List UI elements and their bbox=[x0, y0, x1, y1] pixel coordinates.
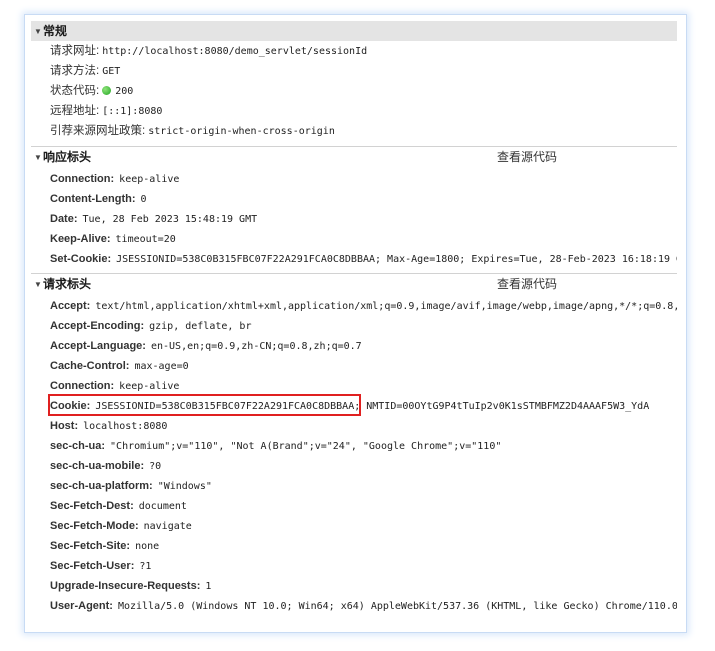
request-header-row: Connection: keep-alive bbox=[50, 380, 180, 392]
request-header-row: Accept: text/html,application/xhtml+xml,a… bbox=[50, 300, 677, 312]
section-request-headers-header[interactable]: ▼请求标头 查看源代码 bbox=[31, 274, 677, 294]
request-header-row: User-Agent: Mozilla/5.0 (Windows NT 10.0;… bbox=[50, 600, 677, 612]
request-header-row: Accept-Language: en-US,en;q=0.9,zh-CN;q=0… bbox=[50, 340, 362, 352]
request-header-row: Sec-Fetch-Dest: document bbox=[50, 500, 187, 512]
section-title: 响应标头 bbox=[43, 150, 92, 164]
expand-triangle-icon: ▼ bbox=[34, 280, 42, 289]
section-title: 常规 bbox=[43, 24, 68, 38]
request-header-row: Accept-Encoding: gzip, deflate, br bbox=[50, 320, 252, 332]
cookie-other: NMTID=00OYtG9P4tTuIp2v0K1sSTMBFMZ2D4AAAF… bbox=[366, 401, 650, 412]
request-header-row-cookie: Cookie: JSESSIONID=538C0B315FBC07F22A291F… bbox=[31, 394, 677, 416]
request-header-row: Host: localhost:8080 bbox=[50, 420, 168, 432]
response-header-row: Connection: keep-alive bbox=[50, 173, 180, 185]
request-header-row: Cache-Control: max-age=0 bbox=[50, 360, 189, 372]
general-row-url: 请求网址: http://localhost:8080/demo_servlet/… bbox=[50, 45, 368, 57]
section-response-headers-header[interactable]: ▼响应标头 查看源代码 bbox=[31, 147, 677, 167]
devtools-frame: ▼常规 请求网址: http://localhost:8080/demo_serv… bbox=[24, 14, 687, 633]
request-header-row: sec-ch-ua-mobile: ?0 bbox=[50, 460, 162, 472]
general-row-referrer-policy: 引荐来源网址政策: strict-origin-when-cross-origin bbox=[50, 125, 335, 137]
section-title: 请求标头 bbox=[43, 277, 92, 291]
general-row-status: 状态代码: 200 bbox=[50, 85, 134, 97]
headers-panel: ▼常规 请求网址: http://localhost:8080/demo_serv… bbox=[31, 21, 677, 629]
response-header-row: Keep-Alive: timeout=20 bbox=[50, 233, 176, 245]
view-source-link[interactable]: 查看源代码 bbox=[497, 274, 557, 294]
response-header-row: Date: Tue, 28 Feb 2023 15:48:19 GMT bbox=[50, 213, 258, 225]
request-header-row: Upgrade-Insecure-Requests: 1 bbox=[50, 580, 212, 592]
cookie-highlight-box bbox=[48, 394, 361, 416]
request-header-row: Sec-Fetch-User: ?1 bbox=[50, 560, 152, 572]
expand-triangle-icon: ▼ bbox=[34, 27, 42, 36]
general-row-method: 请求方法: GET bbox=[50, 65, 121, 77]
request-header-row: Sec-Fetch-Mode: navigate bbox=[50, 520, 192, 532]
section-general-header[interactable]: ▼常规 bbox=[31, 21, 677, 41]
status-ok-icon bbox=[102, 86, 112, 95]
view-source-link[interactable]: 查看源代码 bbox=[497, 147, 557, 167]
request-header-row: sec-ch-ua-platform: "Windows" bbox=[50, 480, 212, 492]
request-header-row: sec-ch-ua: "Chromium";v="110", "Not A(Bra… bbox=[50, 440, 502, 452]
response-header-row: Content-Length: 0 bbox=[50, 193, 147, 205]
general-row-remote: 远程地址: [::1]:8080 bbox=[50, 105, 163, 117]
request-header-row: Sec-Fetch-Site: none bbox=[50, 540, 160, 552]
response-header-row: Set-Cookie: JSESSIONID=538C0B315FBC07F22A… bbox=[50, 253, 677, 265]
expand-triangle-icon: ▼ bbox=[34, 153, 42, 162]
